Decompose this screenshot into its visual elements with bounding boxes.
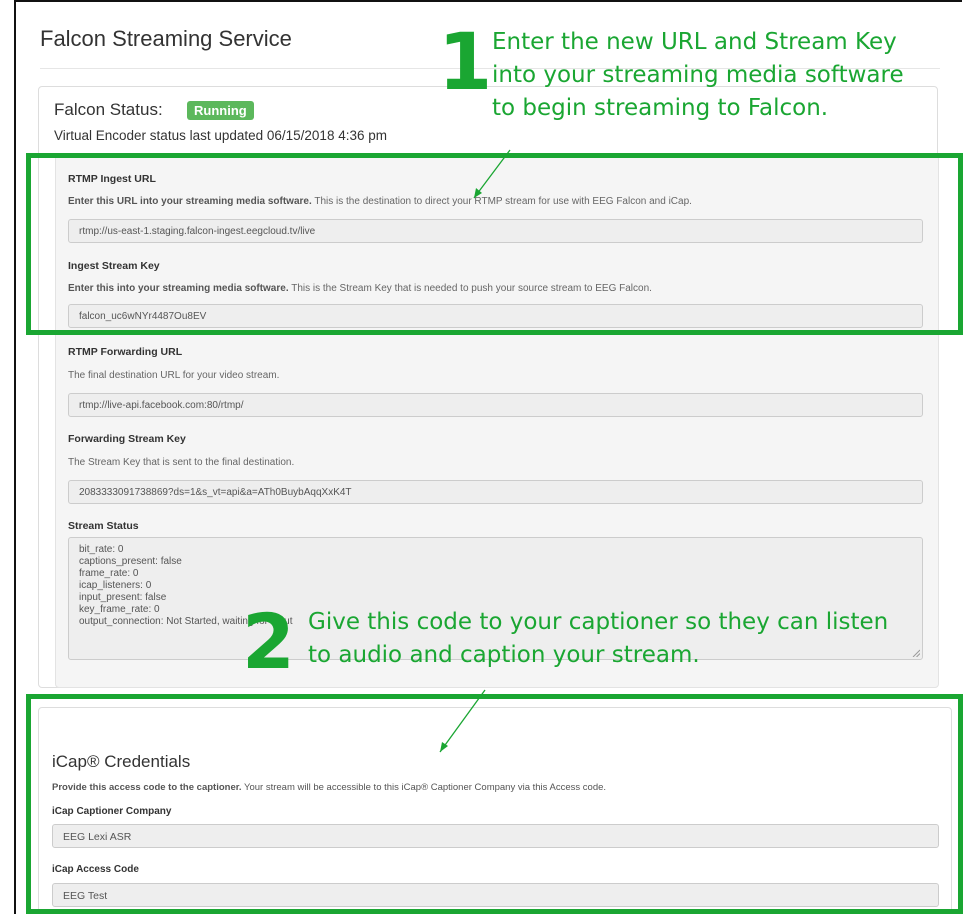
resize-grip-icon[interactable] (912, 649, 920, 657)
status-updated-text: Virtual Encoder status last updated 06/1… (54, 128, 387, 143)
forward-key-label: Forwarding Stream Key (68, 433, 186, 445)
status-line: bit_rate: 0 (79, 544, 124, 555)
status-line: frame_rate: 0 (79, 568, 139, 579)
annotation-step1-number: 1 (438, 18, 493, 108)
annotation-step2-number: 2 (242, 597, 295, 686)
status-line: input_present: false (79, 592, 167, 603)
forward-url-field[interactable]: rtmp://live-api.facebook.com:80/rtmp/ (68, 393, 923, 417)
annotation-step1-text: Enter the new URL and Stream Key into yo… (492, 26, 904, 125)
highlight-box-icap (26, 694, 963, 914)
status-line: icap_listeners: 0 (79, 580, 152, 591)
status-line: captions_present: false (79, 556, 182, 567)
highlight-box-ingest (26, 153, 963, 335)
forward-url-label: RTMP Forwarding URL (68, 346, 183, 358)
falcon-status-heading: Falcon Status: (54, 100, 163, 119)
annotation-step1-line: to begin streaming to Falcon. (492, 95, 829, 121)
forward-key-field[interactable]: 2083333091738869?ds=1&s_vt=api&a=ATh0Buy… (68, 480, 923, 504)
annotation-step2-text: Give this code to your captioner so they… (308, 606, 888, 672)
annotation-step1-line: Enter the new URL and Stream Key (492, 29, 897, 55)
stream-status-label: Stream Status (68, 520, 139, 532)
annotation-step2-line: Give this code to your captioner so they… (308, 609, 889, 635)
forward-url-help: The final destination URL for your video… (68, 370, 280, 381)
forward-key-help: The Stream Key that is sent to the final… (68, 457, 295, 468)
page-title: Falcon Streaming Service (40, 26, 292, 51)
annotation-step1-line: into your streaming media software (492, 62, 904, 88)
annotation-step2-line: to audio and caption your stream. (308, 642, 700, 668)
status-badge: Running (187, 101, 254, 120)
